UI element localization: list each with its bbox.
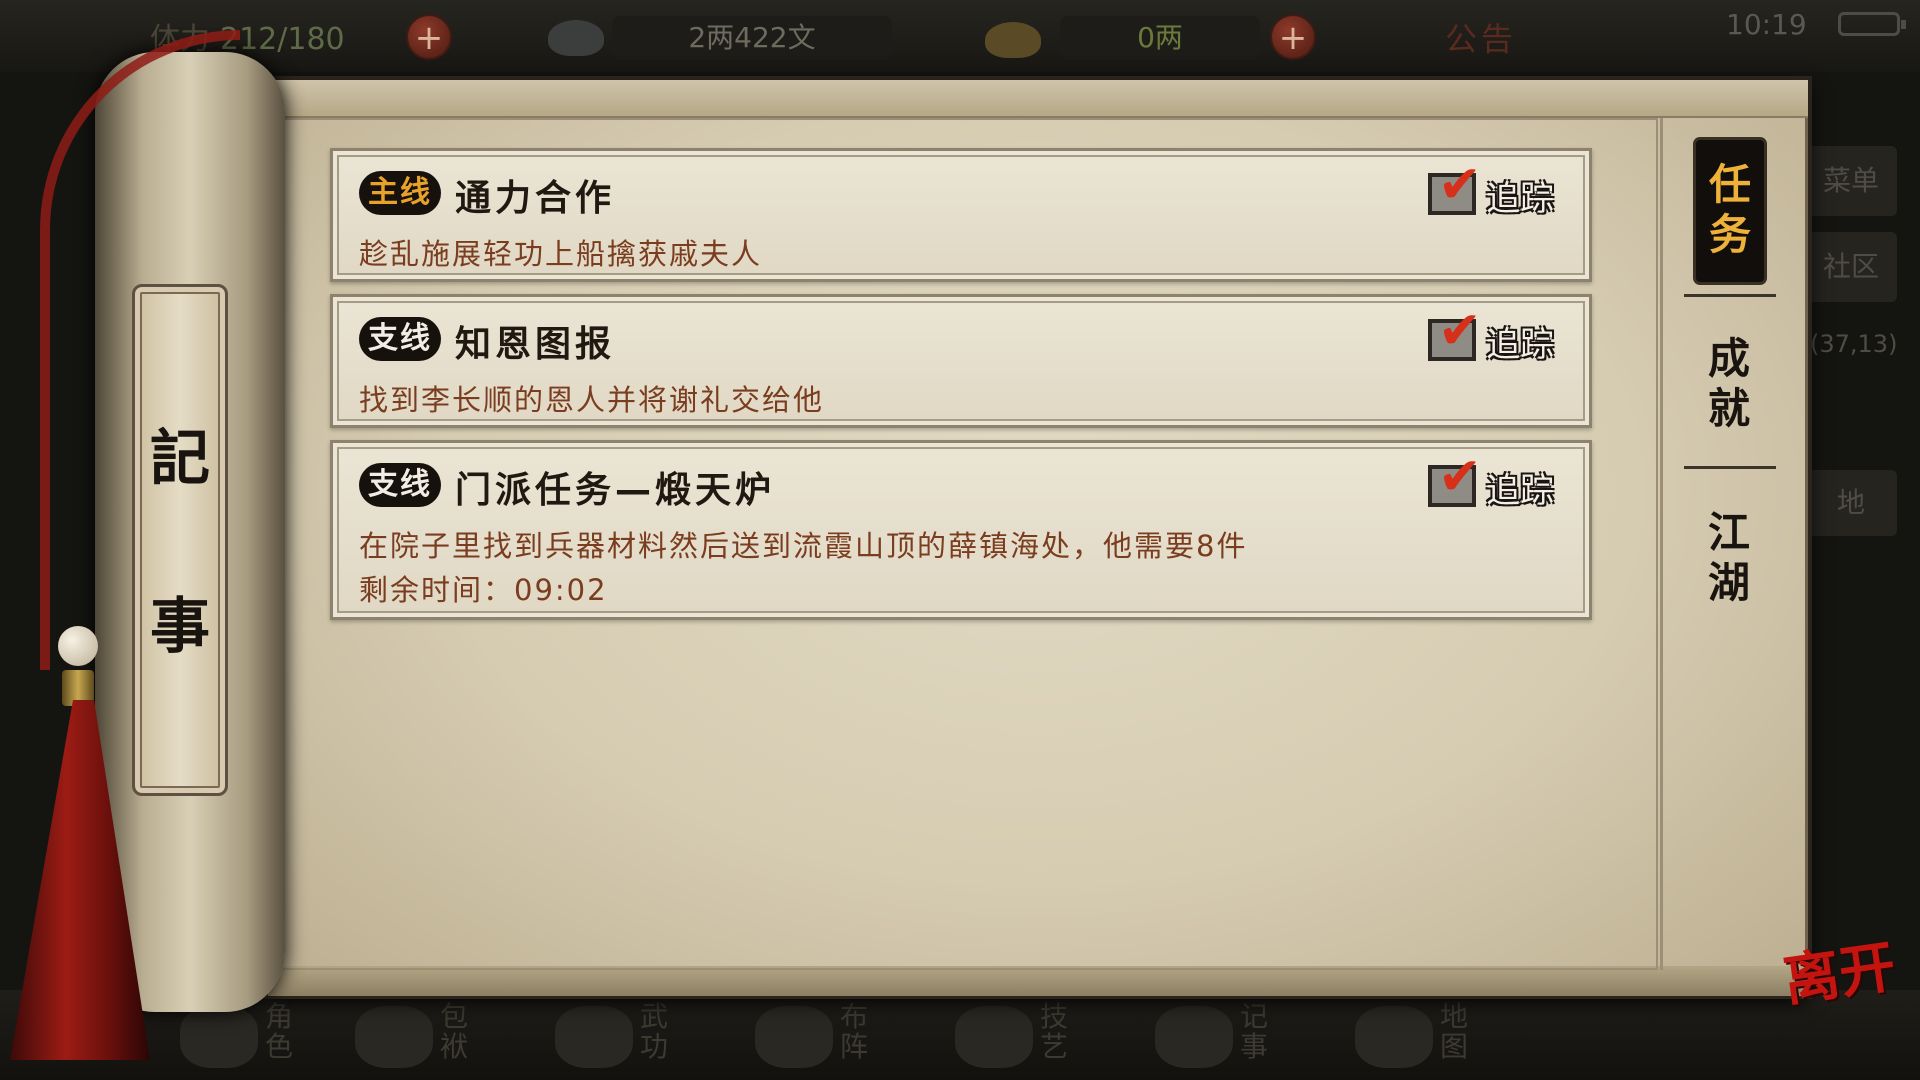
tab-jianghu-label-bottom: 湖 [1707,558,1750,607]
map-coordinates: (37,13) [1810,330,1898,358]
quest-title: 门派任务—煅天炉 [455,470,776,511]
nav-map[interactable]: 地图 [1355,1000,1505,1072]
tab-column-divider [1660,118,1663,970]
panel-bottom-edge [268,966,1808,996]
add-gold-button[interactable]: + [1270,14,1316,60]
bagua-icon [755,1006,833,1068]
checkmark-icon: ✔ [1438,155,1482,215]
quest-description: 找到李长顺的恩人并将谢礼交给他 [359,383,825,417]
copper-value: 2两422文 [612,16,892,60]
checkmark-icon: ✔ [1438,447,1482,507]
quest-card[interactable]: 主线 通力合作 趁乱施展轻功上船擒获戚夫人 ✔ 追踪 [330,148,1592,282]
tab-quests-label-bottom: 务 [1708,210,1751,259]
quest-type-badge: 支线 [359,463,441,507]
quest-type-badge: 支线 [359,317,441,361]
gold-ingot-icon [985,22,1041,58]
jade-bead [58,626,98,666]
journal-title-char-1: 記 [150,424,210,494]
quest-title: 通力合作 [455,178,616,219]
quest-card[interactable]: 支线 门派任务—煅天炉 在院子里找到兵器材料然后送到流霞山顶的薛镇海处，他需要8… [330,440,1592,620]
notice-button[interactable]: 公告 [1445,14,1517,60]
nav-formation[interactable]: 布阵 [755,1000,905,1072]
nav-martial-arts[interactable]: 武功 [555,1000,705,1072]
tab-achievements[interactable]: 成 就 [1694,334,1764,434]
quest-description: 趁乱施展轻功上船擒获戚夫人 [359,237,763,271]
gourd-icon [955,1006,1033,1068]
track-toggle[interactable]: ✔ 追踪 [1428,157,1578,219]
quest-time-remaining: 剩余时间：09:02 [359,573,608,607]
nav-skills[interactable]: 技艺 [955,1000,1105,1072]
track-label: 追踪 [1486,179,1554,219]
quest-type-badge: 主线 [359,171,441,215]
track-label: 追踪 [1486,325,1554,365]
side-map-button[interactable]: 地 [1805,470,1897,536]
tab-achievements-label-top: 成 [1707,334,1750,383]
nav-journal[interactable]: 记事 [1155,1000,1305,1072]
nav-inventory[interactable]: 包袱 [355,1000,505,1072]
tab-quests[interactable]: 任 务 [1696,140,1764,282]
track-toggle[interactable]: ✔ 追踪 [1428,303,1578,365]
books-icon [555,1006,633,1068]
journal-title-plaque [132,284,228,796]
quest-description: 在院子里找到兵器材料然后送到流霞山顶的薛镇海处，他需要8件 [359,529,1248,563]
tab-divider [1684,294,1776,297]
journal-title-char-2: 事 [150,592,210,662]
checkmark-icon: ✔ [1438,301,1482,361]
quest-title: 知恩图报 [455,324,616,365]
tab-quests-label-top: 任 [1708,160,1751,209]
quest-card[interactable]: 支线 知恩图报 找到李长顺的恩人并将谢礼交给他 ✔ 追踪 [330,294,1592,428]
leave-button[interactable]: 离开 [1779,933,1916,1074]
character-icon [180,1006,258,1068]
bag-icon [355,1006,433,1068]
battery-icon [1838,12,1906,36]
tab-jianghu[interactable]: 江 湖 [1694,508,1764,608]
gold-value: 0两 [1060,16,1260,60]
track-label: 追踪 [1486,471,1554,511]
map-icon [1355,1006,1433,1068]
scroll-icon [1155,1006,1233,1068]
add-stamina-button[interactable]: + [406,14,452,60]
side-community-button[interactable]: 社区 [1805,232,1897,302]
clock: 10:19 [1726,8,1807,41]
copper-coin-icon [548,20,604,56]
track-toggle[interactable]: ✔ 追踪 [1428,449,1578,511]
side-menu-button[interactable]: 菜单 [1805,146,1897,216]
tab-jianghu-label-top: 江 [1707,508,1750,557]
tab-divider [1684,466,1776,469]
tab-achievements-label-bottom: 就 [1707,384,1750,433]
panel-top-edge [268,80,1808,118]
